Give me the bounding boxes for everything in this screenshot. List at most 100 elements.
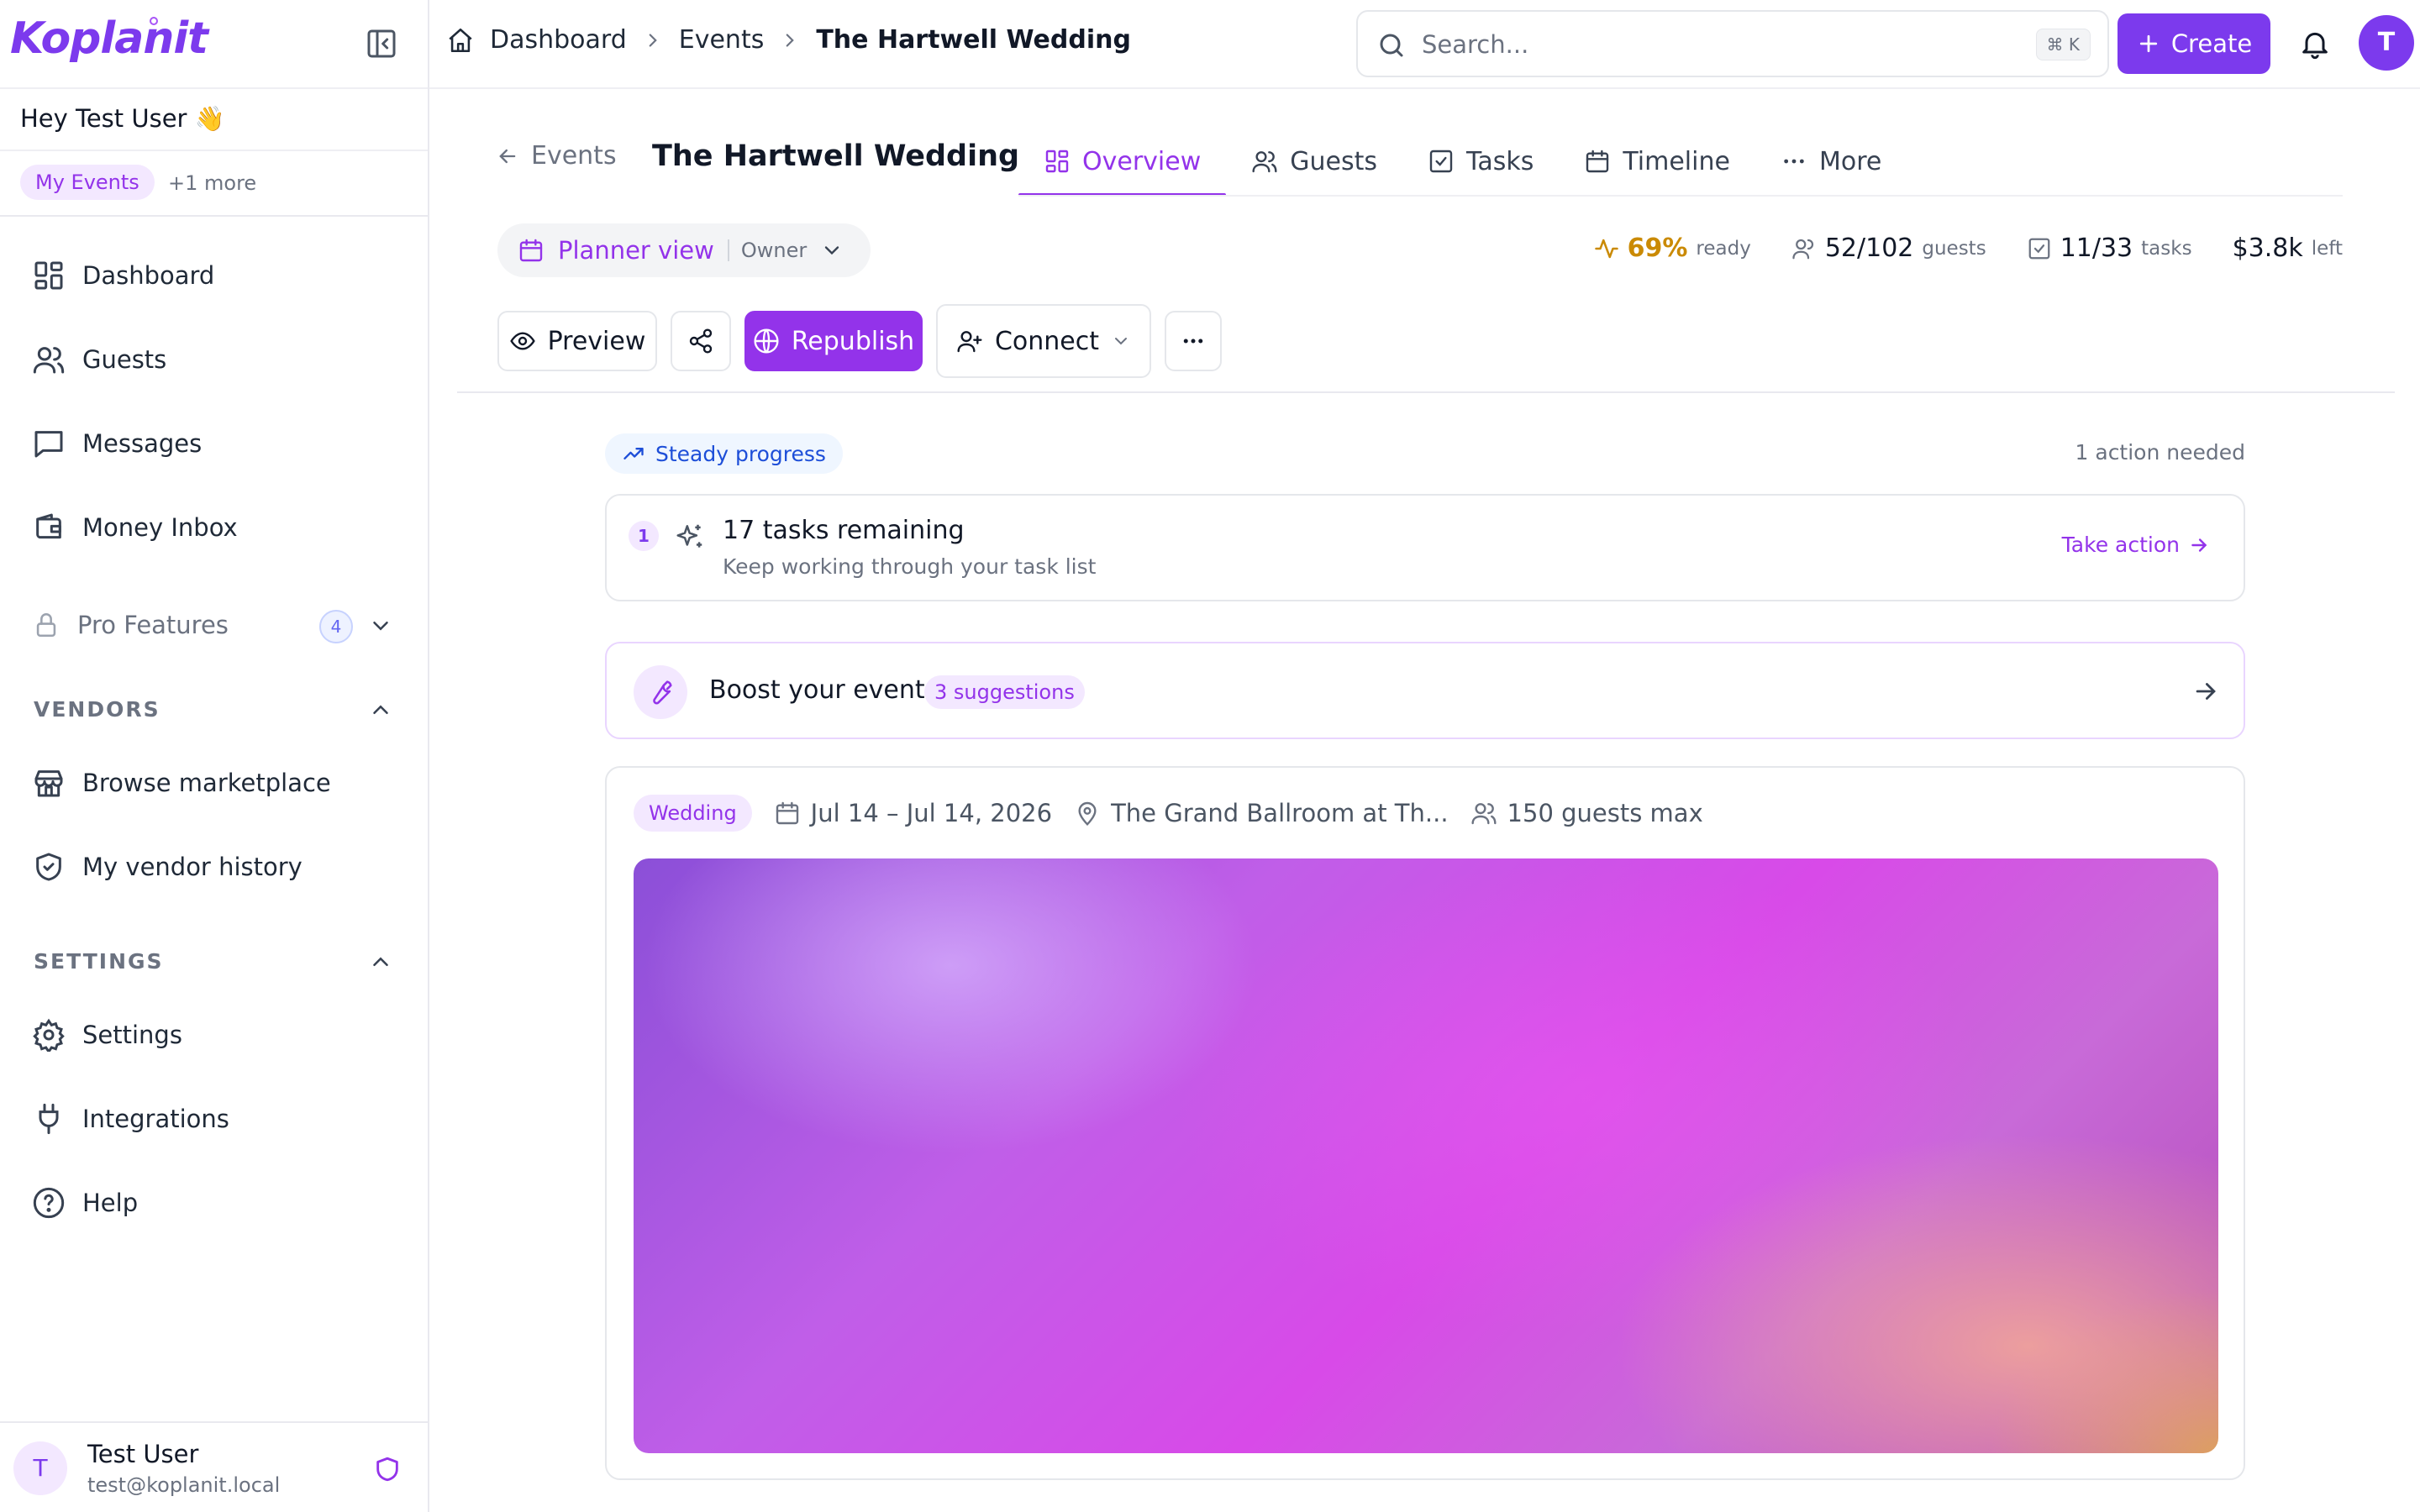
sidebar-item-vendor-history[interactable]: My vendor history	[32, 842, 302, 892]
checkbox-icon	[2027, 236, 2052, 261]
boost-event-card[interactable]: Boost your event 3 suggestions	[605, 642, 2245, 739]
back-to-events-link[interactable]: Events	[496, 141, 617, 171]
page-title: The Hartwell Wedding	[652, 139, 1020, 173]
bell-icon[interactable]	[2298, 27, 2332, 60]
share-button[interactable]	[671, 311, 731, 371]
task-reminder-card[interactable]: 1 17 tasks remaining Keep working throug…	[605, 494, 2245, 601]
wrench-icon	[634, 665, 687, 719]
gear-icon	[32, 1018, 66, 1052]
boost-title: Boost your event	[709, 675, 925, 705]
create-button[interactable]: Create	[2118, 13, 2270, 74]
search-input[interactable]: Search... ⌘ K	[1356, 10, 2109, 77]
users-icon	[1791, 236, 1817, 261]
preview-button[interactable]: Preview	[497, 311, 657, 371]
search-icon	[1376, 30, 1407, 60]
search-placeholder: Search...	[1422, 30, 1529, 59]
more-actions-button[interactable]	[1165, 311, 1222, 371]
sidebar-item-integrations[interactable]: Integrations	[32, 1094, 229, 1144]
sidebar-item-dashboard[interactable]: Dashboard	[32, 250, 214, 301]
avatar[interactable]: T	[2359, 15, 2414, 71]
sidebar-item-help[interactable]: Help	[32, 1178, 138, 1228]
back-label: Events	[531, 141, 617, 171]
event-meta-row: Wedding Jul 14 – Jul 14, 2026 The Grand …	[634, 795, 1703, 832]
tab-guests[interactable]: Guests	[1226, 126, 1402, 197]
message-icon	[32, 427, 66, 460]
sidebar-item-label: Guests	[82, 345, 167, 374]
tab-more[interactable]: More	[1755, 126, 1907, 197]
ready-value: 69%	[1627, 234, 1688, 263]
connect-dropdown[interactable]: Connect	[936, 304, 1151, 378]
take-action-label: Take action	[2061, 533, 2180, 557]
tab-tasks[interactable]: Tasks	[1402, 126, 1559, 197]
chevron-down-icon	[820, 239, 844, 262]
wallet-icon	[32, 511, 66, 544]
republish-button[interactable]: Republish	[744, 311, 923, 371]
sidebar-item-label: Pro Features	[77, 611, 229, 639]
chevron-down-icon[interactable]	[368, 613, 393, 638]
chevron-up-icon[interactable]	[368, 697, 393, 722]
dots-icon	[1781, 148, 1807, 175]
chevron-down-icon	[1111, 331, 1131, 351]
user-name: Test User	[87, 1440, 199, 1468]
sidebar-item-pro-features[interactable]: Pro Features	[32, 600, 229, 650]
role-label: Owner	[727, 239, 807, 261]
calendar-icon	[1584, 148, 1611, 175]
tab-timeline[interactable]: Timeline	[1559, 126, 1755, 197]
sidebar-item-messages[interactable]: Messages	[32, 418, 202, 469]
trending-up-icon	[622, 442, 645, 465]
sidebar-item-guests[interactable]: Guests	[32, 334, 166, 385]
user-plus-icon	[956, 328, 983, 354]
stat-tasks: 11/33 tasks	[2027, 234, 2192, 263]
eye-icon	[509, 328, 536, 354]
breadcrumb-dashboard[interactable]: Dashboard	[490, 25, 627, 55]
sidebar-item-money-inbox[interactable]: Money Inbox	[32, 502, 238, 553]
logo-row: Koplanit	[0, 0, 428, 89]
brand-logo[interactable]: Koplanit	[10, 13, 208, 64]
header-divider	[457, 391, 2395, 393]
tab-overview[interactable]: Overview	[1018, 126, 1227, 197]
sidebar-item-settings[interactable]: Settings	[32, 1010, 182, 1060]
shield-icon[interactable]	[373, 1455, 402, 1483]
arrow-left-icon	[496, 144, 519, 168]
home-icon[interactable]	[446, 26, 475, 55]
create-button-label: Create	[2170, 29, 2253, 58]
stat-budget: $3.8k left	[2233, 234, 2343, 263]
breadcrumb-events[interactable]: Events	[679, 25, 765, 55]
event-tabs: Overview Guests Tasks Timeline More	[1018, 126, 1907, 197]
arrow-right-icon	[2188, 534, 2210, 556]
checkbox-icon	[1428, 148, 1455, 175]
guests-value: 52/102	[1824, 234, 1914, 263]
avatar[interactable]: T	[13, 1441, 67, 1495]
progress-label: Steady progress	[655, 441, 826, 466]
top-bar: Dashboard Events The Hartwell Wedding Se…	[429, 0, 2420, 89]
sidebar-item-label: Integrations	[82, 1105, 229, 1133]
my-events-pill[interactable]: My Events	[20, 165, 155, 200]
breadcrumb-current: The Hartwell Wedding	[816, 25, 1131, 55]
logo-dot	[150, 17, 158, 25]
user-account-row[interactable]: T Test User test@koplanit.local	[0, 1421, 428, 1512]
sidebar-item-browse-marketplace[interactable]: Browse marketplace	[32, 758, 331, 808]
arrow-right-icon	[2191, 677, 2220, 706]
budget-value: $3.8k	[2232, 234, 2303, 263]
dots-icon	[1181, 328, 1206, 354]
sidebar-item-label: Dashboard	[82, 261, 215, 290]
task-title: 17 tasks remaining	[723, 516, 965, 545]
event-venue: The Grand Ballroom at Th...	[1074, 799, 1449, 827]
more-events-link[interactable]: +1 more	[168, 171, 256, 195]
help-icon	[32, 1186, 66, 1220]
sidebar-collapse-icon[interactable]	[365, 27, 398, 60]
event-capacity-text: 150 guests max	[1507, 799, 1703, 827]
view-switcher[interactable]: Planner view Owner	[497, 223, 871, 277]
tasks-value: 11/33	[2060, 234, 2133, 263]
event-dates-text: Jul 14 – Jul 14, 2026	[810, 799, 1053, 827]
chevron-right-icon	[779, 29, 801, 51]
sidebar-item-label: My vendor history	[82, 853, 302, 881]
greeting-text: Hey Test User 👋	[20, 104, 225, 133]
chevron-right-icon	[642, 29, 664, 51]
chevron-up-icon[interactable]	[368, 949, 393, 974]
sidebar-item-label: Messages	[82, 429, 203, 458]
connect-label: Connect	[994, 326, 1100, 356]
take-action-link[interactable]: Take action	[2062, 533, 2210, 557]
sidebar-item-label: Help	[82, 1189, 139, 1217]
event-dates: Jul 14 – Jul 14, 2026	[774, 799, 1052, 827]
